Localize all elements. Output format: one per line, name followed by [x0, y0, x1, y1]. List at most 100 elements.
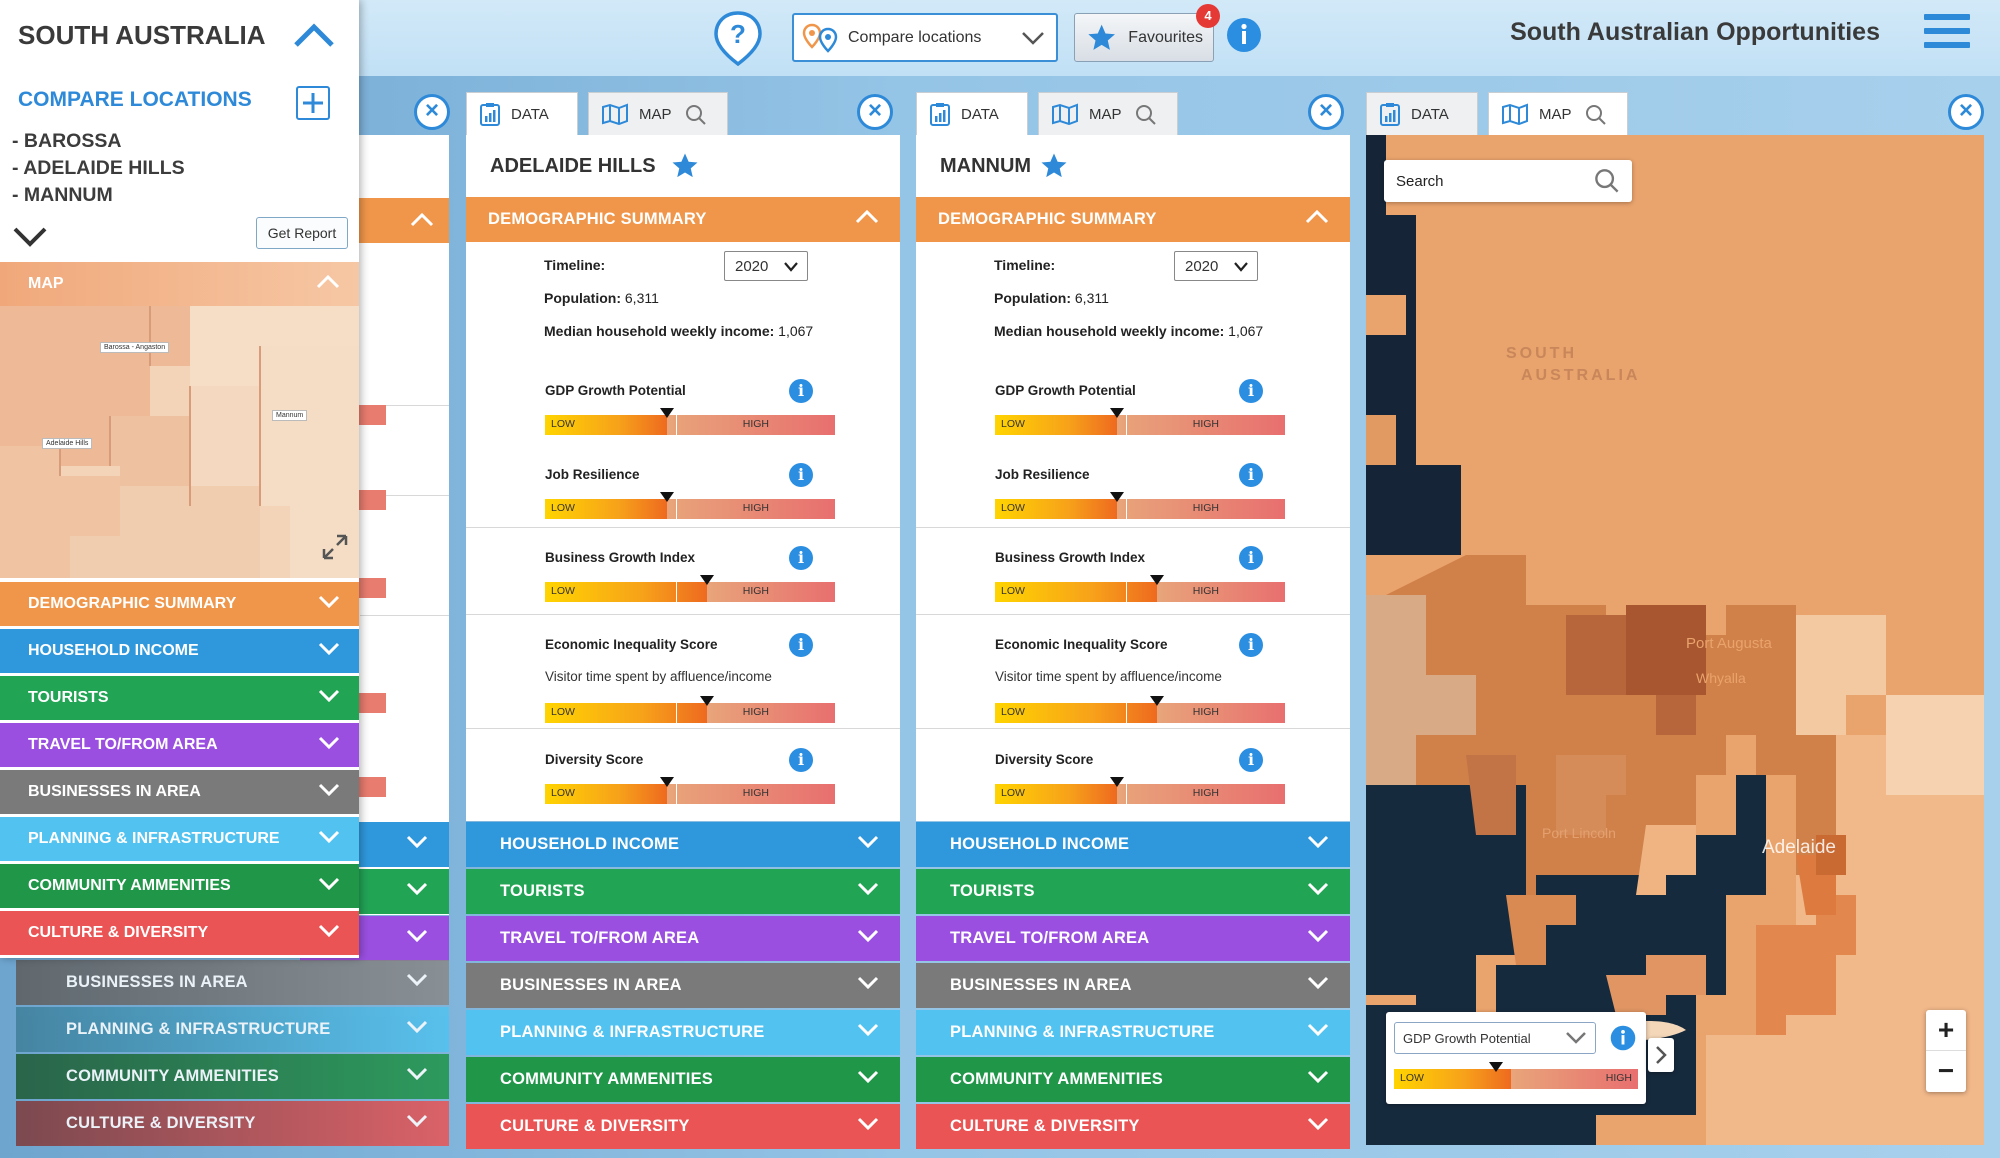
- close-panel-button[interactable]: ×: [1308, 94, 1344, 130]
- timeline-value: 2020: [1185, 257, 1219, 275]
- metric-label: Diversity Score: [545, 752, 644, 767]
- tab-data[interactable]: DATA: [1366, 92, 1478, 135]
- timeline-select[interactable]: 2020: [724, 251, 808, 281]
- section-businesses-bar[interactable]: BUSINESSES IN AREA: [916, 963, 1350, 1008]
- legend-info-button[interactable]: [1610, 1025, 1636, 1056]
- section-label: COMMUNITY AMMENITIES: [66, 1067, 279, 1085]
- search-placeholder: Search: [1396, 172, 1444, 190]
- expand-icon[interactable]: [320, 532, 350, 562]
- population-value: 6,311: [624, 290, 659, 306]
- divider: [916, 527, 1350, 528]
- scale-low-label: LOW: [1001, 585, 1025, 597]
- menu-button[interactable]: [1924, 14, 1970, 54]
- sidebar-item-businesses[interactable]: BUSINESSES IN AREA: [0, 770, 359, 814]
- close-panel-button[interactable]: ×: [857, 94, 893, 130]
- tab-data[interactable]: DATA: [466, 92, 578, 135]
- folded-map-icon: [602, 103, 628, 125]
- scale-low-label: LOW: [551, 502, 575, 514]
- tab-map[interactable]: MAP: [1038, 92, 1178, 135]
- section-tourists-bar[interactable]: TOURISTS: [916, 869, 1350, 914]
- section-community-bar[interactable]: COMMUNITY AMMENITIES: [466, 1057, 900, 1102]
- metric-scale: LOW HIGH: [995, 408, 1285, 435]
- scale-tick: [675, 703, 677, 723]
- chevron-up-icon[interactable]: [292, 20, 336, 50]
- section-culture-bar[interactable]: CULTURE & DIVERSITY: [916, 1104, 1350, 1149]
- section-household-bar[interactable]: HOUSEHOLD INCOME: [466, 822, 900, 867]
- section-culture-bar[interactable]: CULTURE & DIVERSITY: [466, 1104, 900, 1149]
- sidebar-item-household[interactable]: HOUSEHOLD INCOME: [0, 629, 359, 673]
- section-tourists-bar[interactable]: TOURISTS: [466, 869, 900, 914]
- legend-collapse-button[interactable]: [1648, 1038, 1674, 1072]
- metric-info-icon[interactable]: i: [789, 463, 813, 487]
- add-location-button[interactable]: [296, 86, 330, 120]
- compare-location-item: - ADELAIDE HILLS: [12, 157, 185, 179]
- back-planning-bar[interactable]: PLANNING & INFRASTRUCTURE: [16, 1007, 449, 1052]
- metric-info-icon[interactable]: i: [789, 748, 813, 772]
- map-search-input[interactable]: Search: [1384, 160, 1632, 202]
- close-panel-button[interactable]: ×: [1948, 94, 1984, 130]
- back-culture-bar[interactable]: CULTURE & DIVERSITY: [16, 1101, 449, 1146]
- demographic-summary-header[interactable]: DEMOGRAPHIC SUMMARY: [466, 197, 900, 242]
- section-household-bar[interactable]: HOUSEHOLD INCOME: [916, 822, 1350, 867]
- close-panel-button[interactable]: ×: [414, 94, 450, 130]
- metric-info-icon[interactable]: i: [1239, 546, 1263, 570]
- back-community-bar[interactable]: COMMUNITY AMMENITIES: [16, 1054, 449, 1099]
- section-businesses-bar[interactable]: BUSINESSES IN AREA: [466, 963, 900, 1008]
- chevron-down-icon[interactable]: [12, 225, 48, 249]
- scale-marker: [659, 408, 674, 418]
- sidebar-item-community[interactable]: COMMUNITY AMMENITIES: [0, 864, 359, 908]
- sidebar-item-tourists[interactable]: TOURISTS: [0, 676, 359, 720]
- scale-marker: [1489, 1062, 1504, 1072]
- metric-info-icon[interactable]: i: [789, 379, 813, 403]
- scale-high-label: HIGH: [742, 585, 769, 597]
- scale-low-label: LOW: [1001, 418, 1025, 430]
- metric-info-icon[interactable]: i: [789, 546, 813, 570]
- chevron-down-icon: [406, 929, 428, 943]
- tab-data[interactable]: DATA: [916, 92, 1028, 135]
- sidebar-item-planning[interactable]: PLANNING & INFRASTRUCTURE: [0, 817, 359, 861]
- map-label-adelaide: Adelaide: [1762, 837, 1836, 858]
- scale-tick: [1125, 582, 1127, 602]
- get-report-button[interactable]: Get Report: [256, 217, 348, 249]
- metric-info-icon[interactable]: i: [1239, 633, 1263, 657]
- sidebar-map-header[interactable]: MAP: [0, 262, 359, 306]
- back-businesses-bar[interactable]: BUSINESSES IN AREA: [16, 960, 449, 1005]
- legend-metric-select[interactable]: GDP Growth Potential: [1394, 1022, 1596, 1054]
- favourites-button[interactable]: Favourites: [1074, 13, 1214, 62]
- info-button[interactable]: [1226, 17, 1262, 53]
- chevron-right-icon: [1656, 1046, 1667, 1064]
- section-community-bar[interactable]: COMMUNITY AMMENITIES: [916, 1057, 1350, 1102]
- sidebar-mini-map[interactable]: Barossa - Angaston Mannum Adelaide Hills: [0, 306, 359, 578]
- star-icon[interactable]: [670, 151, 700, 181]
- sidebar-item-demographic[interactable]: DEMOGRAPHIC SUMMARY: [0, 582, 359, 626]
- chevron-down-icon: [1307, 1070, 1329, 1084]
- metric-info-icon[interactable]: i: [1239, 379, 1263, 403]
- help-button[interactable]: ?: [712, 10, 764, 67]
- chevron-down-icon: [1022, 31, 1044, 45]
- tab-map[interactable]: MAP: [1488, 92, 1628, 135]
- map-view[interactable]: SOUTH AUSTRALIA Port Augusta Whyalla Por…: [1366, 135, 1984, 1145]
- timeline-select[interactable]: 2020: [1174, 251, 1258, 281]
- tab-map-label: MAP: [1089, 105, 1122, 123]
- metric-scale: LOW HIGH: [995, 696, 1285, 723]
- favourites-count-badge: 4: [1196, 4, 1220, 28]
- sidebar-item-culture[interactable]: CULTURE & DIVERSITY: [0, 911, 359, 955]
- chevron-down-icon: [318, 877, 340, 891]
- section-travel-bar[interactable]: TRAVEL TO/FROM AREA: [916, 916, 1350, 961]
- metric-info-icon[interactable]: i: [789, 633, 813, 657]
- tab-map[interactable]: MAP: [588, 92, 728, 135]
- scale-high-label: HIGH: [742, 787, 769, 799]
- choropleth-map[interactable]: [1366, 135, 1984, 1145]
- metric-info-icon[interactable]: i: [1239, 463, 1263, 487]
- metric-info-icon[interactable]: i: [1239, 748, 1263, 772]
- section-travel-bar[interactable]: TRAVEL TO/FROM AREA: [466, 916, 900, 961]
- demographic-summary-header[interactable]: DEMOGRAPHIC SUMMARY: [916, 197, 1350, 242]
- section-planning-bar[interactable]: PLANNING & INFRASTRUCTURE: [466, 1010, 900, 1055]
- zoom-in-button[interactable]: +: [1926, 1010, 1966, 1051]
- sidebar-item-travel[interactable]: TRAVEL TO/FROM AREA: [0, 723, 359, 767]
- section-planning-bar[interactable]: PLANNING & INFRASTRUCTURE: [916, 1010, 1350, 1055]
- compare-locations-select[interactable]: Compare locations: [792, 13, 1058, 62]
- zoom-out-button[interactable]: −: [1926, 1051, 1966, 1092]
- metric-scale: LOW HIGH: [995, 777, 1285, 804]
- star-icon[interactable]: [1039, 151, 1069, 181]
